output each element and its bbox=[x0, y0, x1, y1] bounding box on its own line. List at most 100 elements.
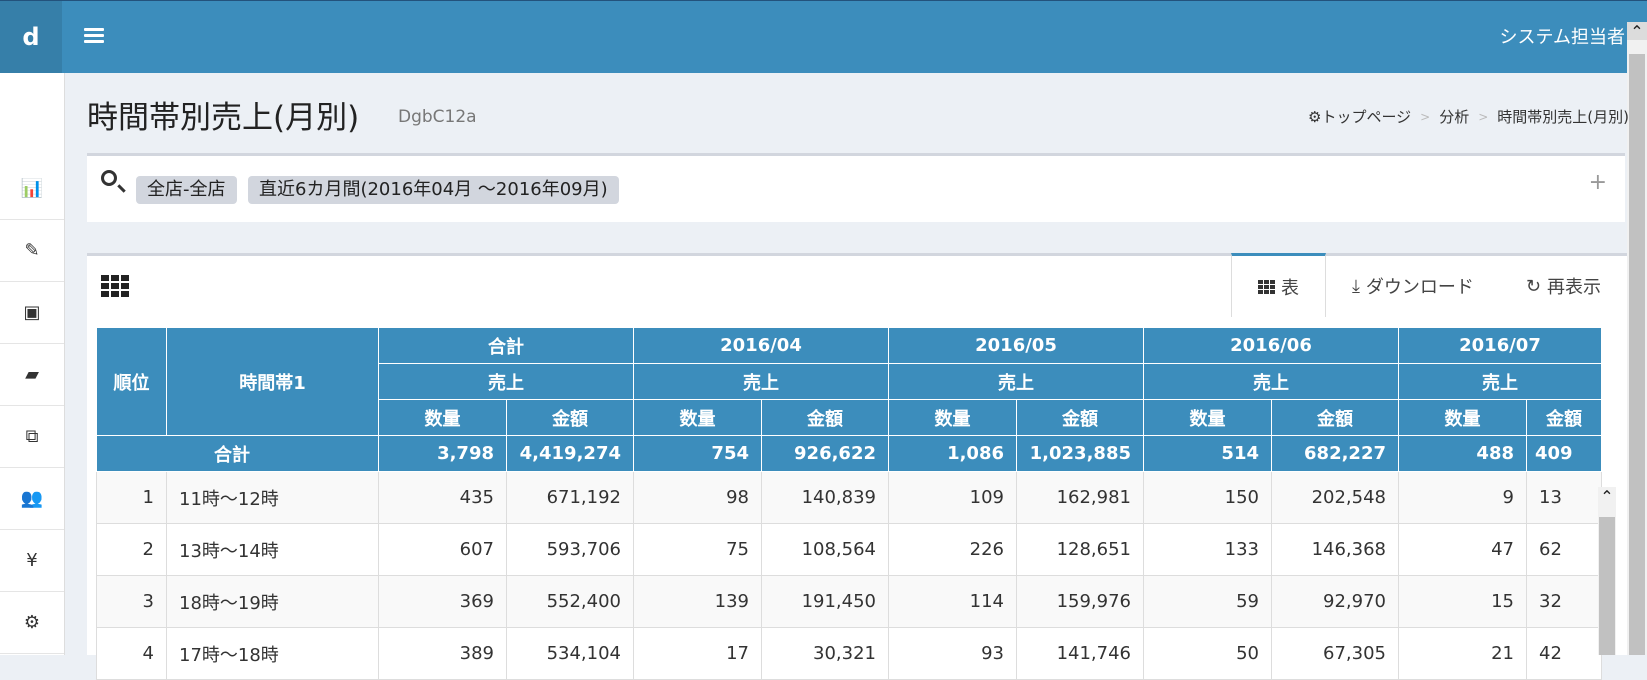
value-cell: 369 bbox=[378, 575, 507, 628]
grid-icon bbox=[101, 275, 131, 297]
value-cell: 150 bbox=[1143, 471, 1272, 524]
breadcrumb-current: 時間帯別売上(月別) bbox=[1497, 108, 1629, 126]
filter-tag-store[interactable]: 全店-全店 bbox=[136, 176, 237, 204]
value-cell: 435 bbox=[378, 471, 507, 524]
value-cell: 191,450 bbox=[761, 575, 889, 628]
tab-download[interactable]: ⤓ ダウンロード bbox=[1326, 256, 1500, 316]
sales-subheader: 売上 bbox=[1143, 363, 1399, 400]
value-cell: 226 bbox=[888, 523, 1017, 576]
value-cell: 93 bbox=[888, 627, 1017, 680]
filter-tag-period[interactable]: 直近6カ月間(2016年04月 ～2016年09月) bbox=[248, 176, 619, 204]
gear-icon: ⚙ bbox=[1307, 108, 1322, 126]
value-cell: 133 bbox=[1143, 523, 1272, 576]
tab-refresh[interactable]: ↻ 再表示 bbox=[1500, 256, 1627, 316]
sales-subheader: 売上 bbox=[1398, 363, 1602, 400]
value-cell: 98 bbox=[633, 471, 762, 524]
total-cell: 754 bbox=[633, 435, 762, 472]
group-header: 2016/04 bbox=[633, 327, 889, 364]
time-header[interactable]: 時間帯1 bbox=[166, 327, 379, 436]
table-icon bbox=[1257, 279, 1275, 294]
time-cell: 11時～12時 bbox=[166, 471, 379, 524]
qty-header[interactable]: 数量 bbox=[1398, 399, 1527, 436]
sidebar-item-analysis[interactable]: 📊 bbox=[0, 157, 64, 220]
qty-header[interactable]: 数量 bbox=[1143, 399, 1272, 436]
group-header: 2016/07 bbox=[1398, 327, 1602, 364]
floppy-icon: ▣ bbox=[23, 301, 41, 323]
breadcrumb-section[interactable]: 分析 bbox=[1439, 106, 1469, 127]
chevron-up-icon[interactable]: ⌃ bbox=[1598, 487, 1616, 509]
total-cell: 488 bbox=[1398, 435, 1527, 472]
download-icon: ⤓ bbox=[1351, 275, 1360, 297]
bar-chart-icon: 📊 bbox=[20, 177, 44, 199]
amount-header[interactable]: 金額 bbox=[506, 399, 634, 436]
value-cell: 109 bbox=[888, 471, 1017, 524]
qty-header[interactable]: 数量 bbox=[378, 399, 507, 436]
sidebar-item-delivery[interactable]: ▰ bbox=[0, 343, 64, 406]
rank-cell: 3 bbox=[96, 575, 167, 628]
value-cell: 47 bbox=[1398, 523, 1527, 576]
value-cell: 62 bbox=[1526, 523, 1602, 576]
time-cell: 18時～19時 bbox=[166, 575, 379, 628]
value-cell: 389 bbox=[378, 627, 507, 680]
total-cell: 926,622 bbox=[761, 435, 889, 472]
tab-table[interactable]: 表 bbox=[1230, 253, 1326, 317]
value-cell: 162,981 bbox=[1016, 471, 1144, 524]
view-tabs: 表 ⤓ ダウンロード ↻ 再表示 bbox=[1230, 253, 1627, 320]
page-scroll-thumb[interactable] bbox=[1629, 54, 1645, 655]
amount-header[interactable]: 金額 bbox=[1271, 399, 1399, 436]
app-logo[interactable]: d bbox=[0, 1, 62, 73]
scroll-up-icon[interactable]: ⌃ bbox=[1627, 22, 1647, 41]
rank-cell: 4 bbox=[96, 627, 167, 680]
sidebar-item-products[interactable]: ⧉ bbox=[0, 405, 64, 468]
value-cell: 552,400 bbox=[506, 575, 634, 628]
sidebar-item-settings[interactable]: ⚙ bbox=[0, 591, 64, 654]
value-cell: 534,104 bbox=[506, 627, 634, 680]
user-menu[interactable]: システム担当者 bbox=[1500, 23, 1625, 49]
total-cell: 1,086 bbox=[888, 435, 1017, 472]
table-scroll-thumb[interactable] bbox=[1599, 517, 1615, 655]
sales-subheader: 売上 bbox=[378, 363, 634, 400]
value-cell: 128,651 bbox=[1016, 523, 1144, 576]
table-row: 3 18時～19時 369 552,400 139 191,450 114 15… bbox=[96, 575, 1602, 628]
value-cell: 59 bbox=[1143, 575, 1272, 628]
sidebar-item-edit[interactable]: ✎ bbox=[0, 219, 64, 282]
users-icon: 👥 bbox=[20, 487, 44, 509]
value-cell: 607 bbox=[378, 523, 507, 576]
value-cell: 30,321 bbox=[761, 627, 889, 680]
qty-header[interactable]: 数量 bbox=[633, 399, 762, 436]
filter-panel: 全店-全店 直近6カ月間(2016年04月 ～2016年09月) + bbox=[87, 153, 1625, 222]
value-cell: 17 bbox=[633, 627, 762, 680]
table-row: 2 13時～14時 607 593,706 75 108,564 226 128… bbox=[96, 523, 1602, 576]
cubes-icon: ⧉ bbox=[25, 425, 39, 447]
time-cell: 13時～14時 bbox=[166, 523, 379, 576]
menu-toggle-icon[interactable] bbox=[84, 26, 104, 46]
value-cell: 202,548 bbox=[1271, 471, 1399, 524]
value-cell: 75 bbox=[633, 523, 762, 576]
total-label: 合計 bbox=[96, 435, 379, 472]
total-cell: 3,798 bbox=[378, 435, 507, 472]
page-scrollbar[interactable] bbox=[1627, 38, 1647, 655]
sidebar: 📊 ✎ ▣ ▰ ⧉ 👥 ¥ ⚙ bbox=[0, 73, 65, 655]
expand-filter-icon[interactable]: + bbox=[1589, 170, 1607, 195]
value-cell: 42 bbox=[1526, 627, 1602, 680]
sales-subheader: 売上 bbox=[888, 363, 1144, 400]
amount-header[interactable]: 金額 bbox=[761, 399, 889, 436]
value-cell: 146,368 bbox=[1271, 523, 1399, 576]
rank-header[interactable]: 順位 bbox=[96, 327, 167, 436]
sidebar-item-save[interactable]: ▣ bbox=[0, 281, 64, 344]
amount-header[interactable]: 金額 bbox=[1016, 399, 1144, 436]
sidebar-item-users[interactable]: 👥 bbox=[0, 467, 64, 530]
total-cell: 1,023,885 bbox=[1016, 435, 1144, 472]
page-title: 時間帯別売上(月別) bbox=[87, 100, 360, 136]
table-panel: 表 ⤓ ダウンロード ↻ 再表示 順位 時間帯1 合計 2016/04 2016 bbox=[87, 253, 1627, 680]
value-cell: 15 bbox=[1398, 575, 1527, 628]
breadcrumb-home[interactable]: ⚙トップページ bbox=[1308, 106, 1411, 127]
sidebar-item-sales[interactable]: ¥ bbox=[0, 529, 64, 592]
total-row: 合計 3,798 4,419,274 754 926,622 1,086 1,0… bbox=[96, 435, 1602, 472]
qty-header[interactable]: 数量 bbox=[888, 399, 1017, 436]
amount-header[interactable]: 金額 bbox=[1526, 399, 1602, 436]
table-scrollbar[interactable]: ⌃ bbox=[1598, 487, 1616, 655]
search-icon[interactable] bbox=[101, 170, 117, 186]
total-cell: 682,227 bbox=[1271, 435, 1399, 472]
value-cell: 159,976 bbox=[1016, 575, 1144, 628]
